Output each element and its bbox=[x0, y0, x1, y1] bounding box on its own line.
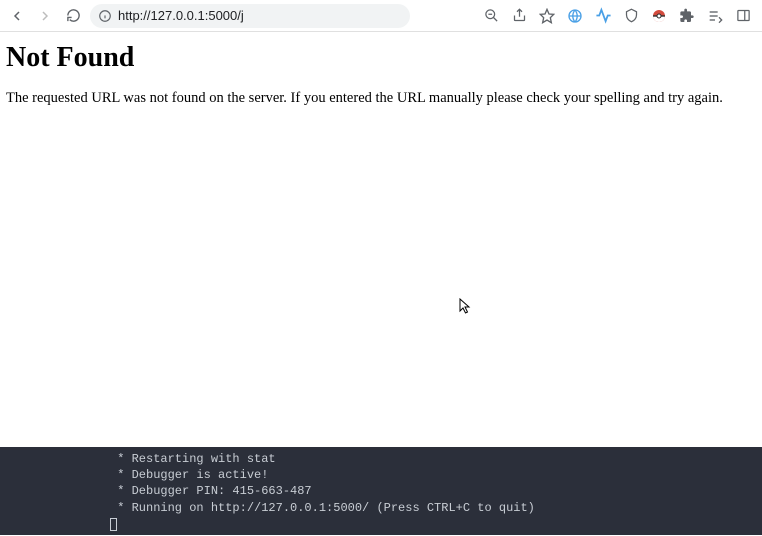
error-message: The requested URL was not found on the s… bbox=[6, 90, 756, 107]
url-text: http://127.0.0.1:5000/j bbox=[118, 8, 244, 23]
share-icon[interactable] bbox=[510, 7, 528, 25]
extensions-puzzle-icon[interactable] bbox=[678, 7, 696, 25]
terminal-line: * Debugger is active! bbox=[110, 467, 762, 483]
mouse-cursor-icon bbox=[459, 298, 473, 316]
back-button[interactable] bbox=[6, 5, 28, 27]
extension-globe-icon[interactable] bbox=[566, 7, 584, 25]
extension-pokeball-icon[interactable] bbox=[650, 7, 668, 25]
extension-pulse-icon[interactable] bbox=[594, 7, 612, 25]
page-body: Not Found The requested URL was not foun… bbox=[0, 32, 762, 117]
terminal-panel[interactable]: * Restarting with stat * Debugger is act… bbox=[0, 447, 762, 535]
bookmark-star-icon[interactable] bbox=[538, 7, 556, 25]
forward-button[interactable] bbox=[34, 5, 56, 27]
reload-button[interactable] bbox=[62, 5, 84, 27]
terminal-line: * Debugger PIN: 415-663-487 bbox=[110, 483, 762, 499]
extension-shield-icon[interactable] bbox=[622, 7, 640, 25]
panel-icon[interactable] bbox=[734, 7, 752, 25]
address-bar[interactable]: http://127.0.0.1:5000/j bbox=[90, 4, 410, 28]
terminal-line: * Restarting with stat bbox=[110, 451, 762, 467]
zoom-icon[interactable] bbox=[482, 7, 500, 25]
error-heading: Not Found bbox=[6, 42, 756, 74]
site-info-icon[interactable] bbox=[98, 9, 112, 23]
terminal-line: * Running on http://127.0.0.1:5000/ (Pre… bbox=[110, 500, 762, 516]
toolbar-icons bbox=[482, 7, 756, 25]
terminal-cursor bbox=[110, 516, 762, 536]
reading-list-icon[interactable] bbox=[706, 7, 724, 25]
browser-toolbar: http://127.0.0.1:5000/j bbox=[0, 0, 762, 32]
